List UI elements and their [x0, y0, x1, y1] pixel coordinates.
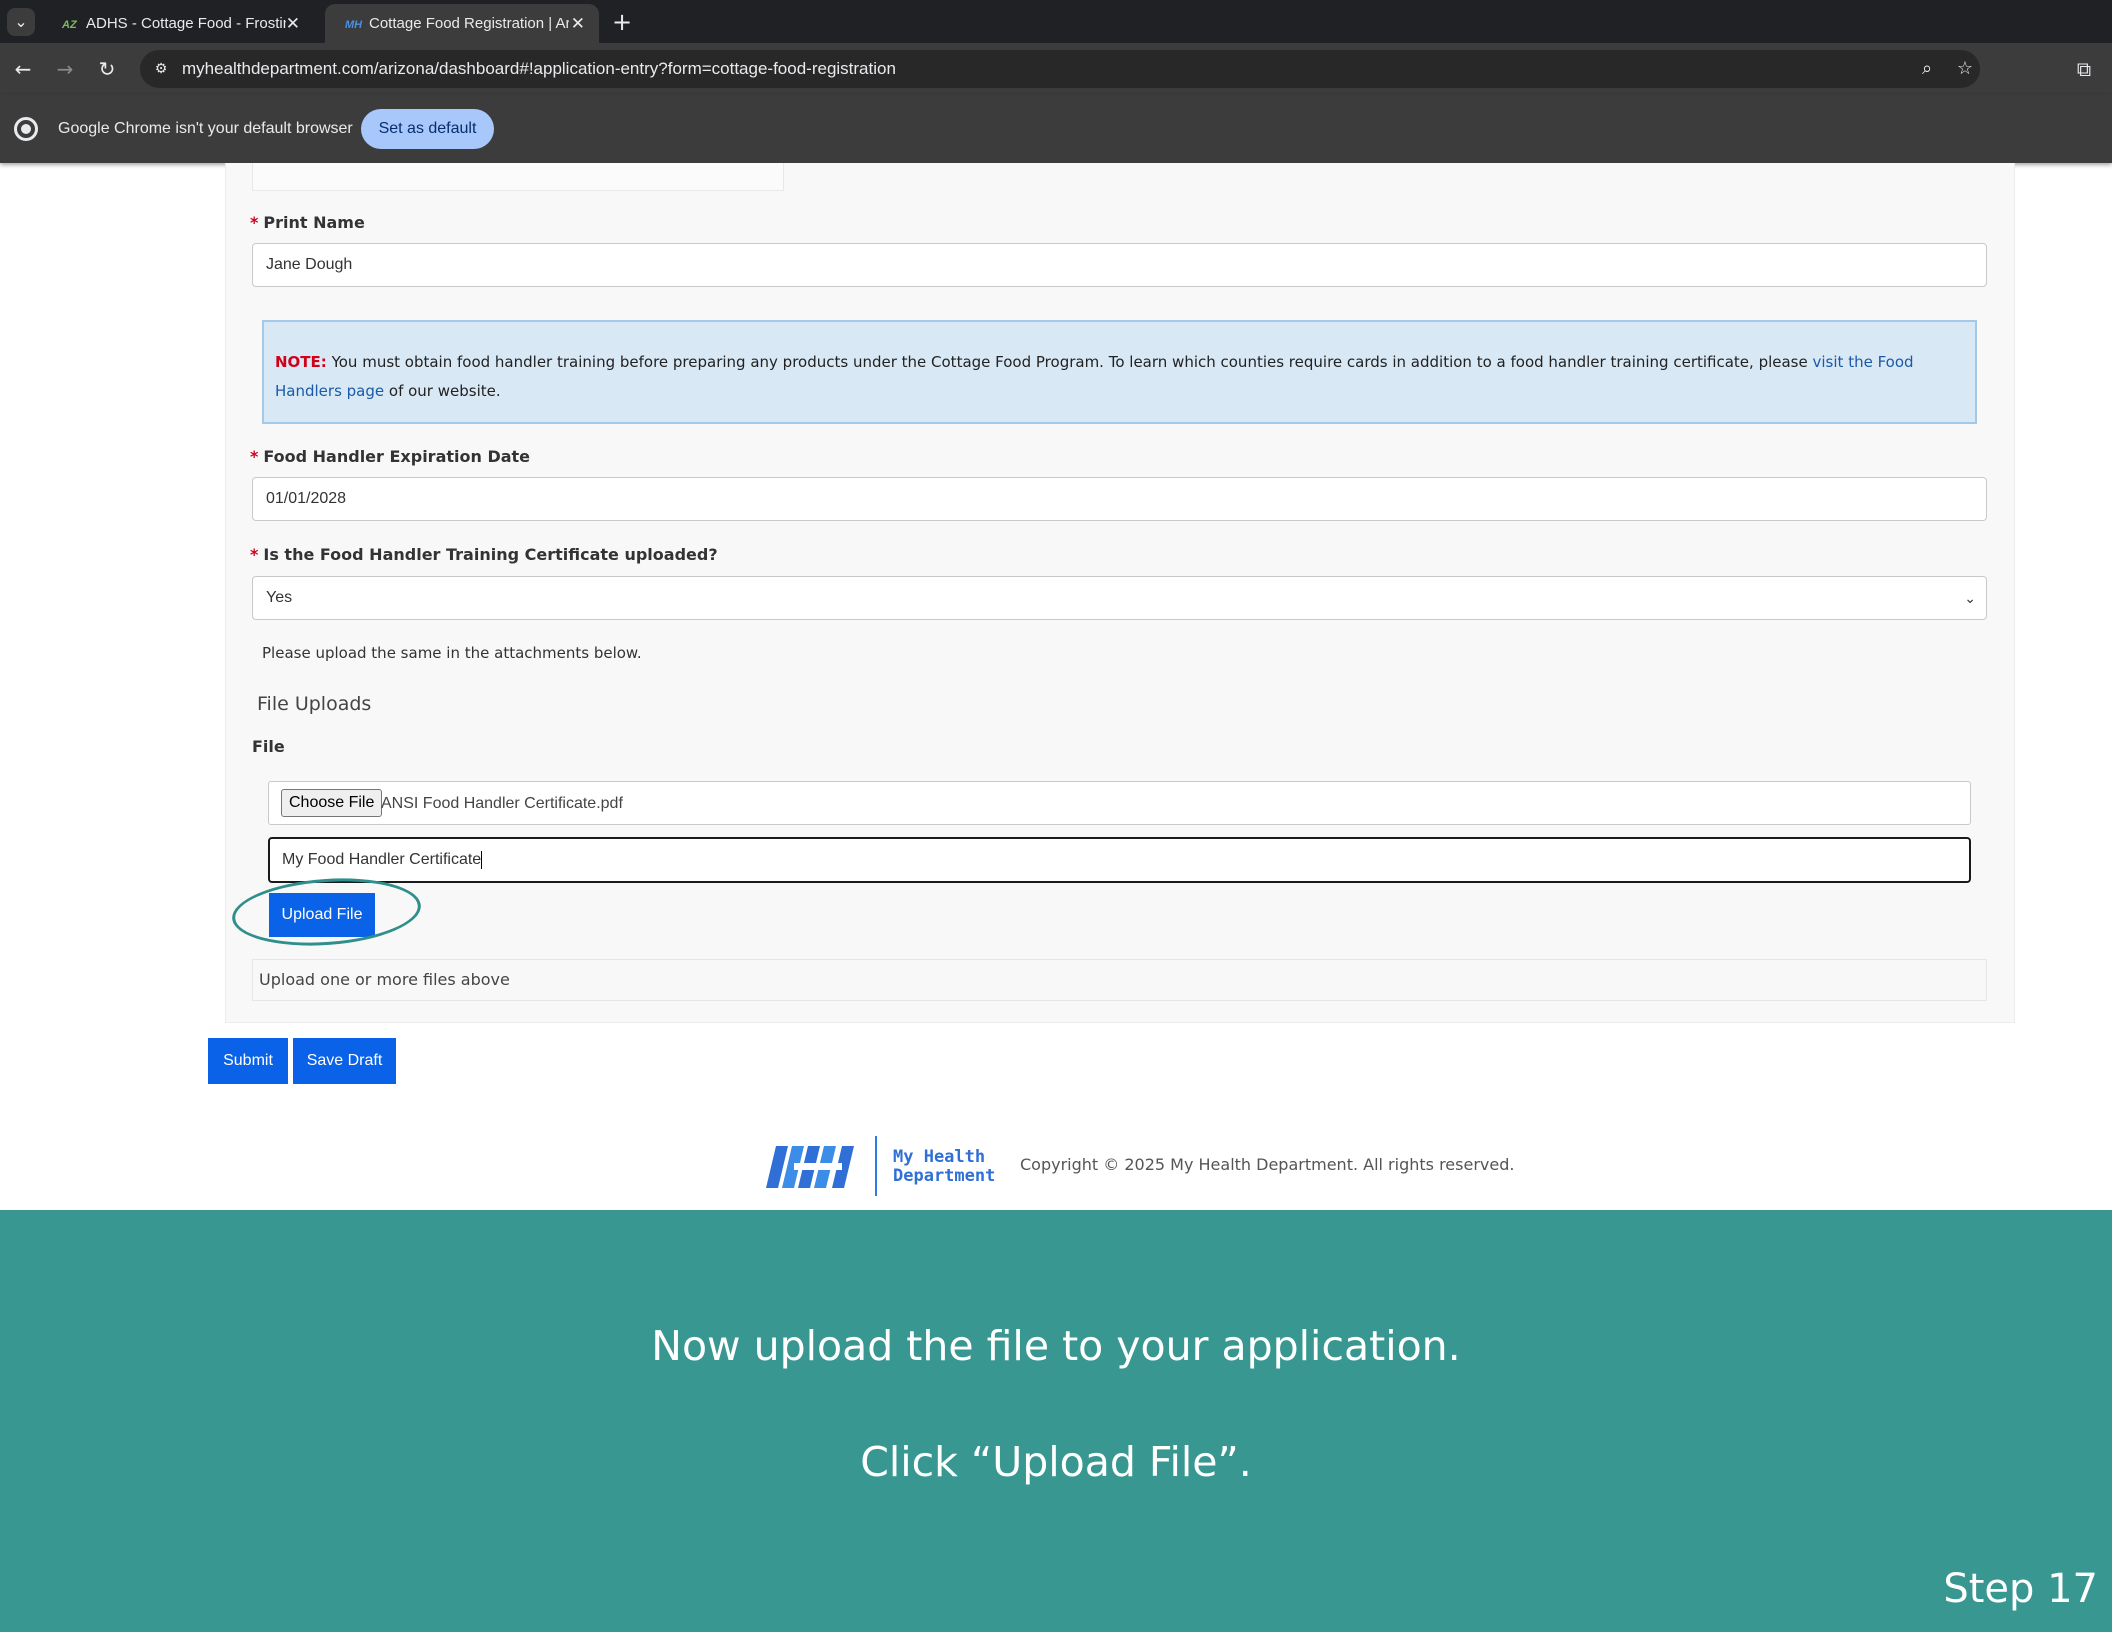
reload-icon[interactable]: ↻	[93, 55, 121, 83]
url-text[interactable]: myhealthdepartment.com/arizona/dashboard…	[182, 50, 896, 88]
footer-divider	[875, 1136, 877, 1196]
print-name-input[interactable]: Jane Dough	[252, 243, 1987, 287]
selected-file-name: ANSI Food Handler Certificate.pdf	[381, 795, 623, 812]
certificate-uploaded-value: Yes	[266, 589, 293, 606]
text-cursor	[481, 850, 483, 869]
required-asterisk: *	[250, 213, 259, 232]
certificate-uploaded-label: * Is the Food Handler Training Certificat…	[250, 545, 718, 564]
food-handler-note: NOTE: You must obtain food handler train…	[262, 320, 1977, 424]
new-tab-plus-icon[interactable]: +	[612, 5, 632, 39]
expiration-date-label: * Food Handler Expiration Date	[250, 447, 530, 466]
upload-helper-text: Please upload the same in the attachment…	[262, 644, 642, 662]
note-suffix: of our website.	[388, 382, 501, 400]
chevron-down-icon: ⌄	[1964, 590, 1976, 606]
choose-file-button[interactable]: Choose File	[281, 789, 383, 817]
tab-search-chevron-icon[interactable]: ⌄	[7, 8, 35, 36]
default-browser-infobar: Google Chrome isn't your default browser…	[0, 95, 2112, 163]
footer-brand-line2: Department	[893, 1166, 996, 1186]
print-name-label-text: Print Name	[263, 213, 365, 232]
close-tab-icon[interactable]: ✕	[571, 4, 585, 43]
zoom-magnifier-icon[interactable]: ⌕	[1912, 54, 1942, 84]
set-as-default-button[interactable]: Set as default	[361, 109, 494, 149]
file-label: File	[252, 737, 285, 756]
forward-arrow-icon[interactable]: →	[51, 55, 79, 83]
expiration-date-label-text: Food Handler Expiration Date	[263, 447, 531, 466]
submit-button[interactable]: Submit	[208, 1038, 288, 1084]
note-text: You must obtain food handler training be…	[331, 353, 1808, 371]
address-bar[interactable]: ⚙ myhealthdepartment.com/arizona/dashboa…	[140, 50, 1980, 88]
file-description-value: My Food Handler Certificate	[282, 851, 482, 868]
tab-title: ADHS - Cottage Food - Frosting	[86, 15, 286, 32]
my-health-department-logo-icon	[766, 1146, 854, 1188]
tab-title: Cottage Food Registration | Arizona	[369, 15, 569, 32]
tab-strip: ⌄ AZ ADHS - Cottage Food - Frosting ✕ MH C…	[0, 0, 2112, 43]
footer-copyright: Copyright © 2025 My Health Department. A…	[1020, 1155, 1515, 1174]
file-picker[interactable]: Choose File ANSI Food Handler Certificat…	[268, 781, 1971, 825]
footer-brand-name: My Health Department	[893, 1148, 995, 1186]
chrome-logo-icon	[14, 117, 38, 141]
mhd-favicon-icon: MH	[345, 19, 363, 31]
browser-toolbar: ← → ↻ ⚙ myhealthdepartment.com/arizona/d…	[0, 43, 2112, 95]
bookmark-star-icon[interactable]: ☆	[1950, 54, 1980, 84]
save-draft-button[interactable]: Save Draft	[293, 1038, 396, 1084]
expiration-date-value: 01/01/2028	[266, 490, 347, 507]
file-uploads-heading: File Uploads	[257, 693, 372, 715]
tab-adhs-cottage-food[interactable]: AZ ADHS - Cottage Food - Frosting ✕	[42, 4, 314, 43]
expiration-date-input[interactable]: 01/01/2028	[252, 477, 1987, 521]
certificate-uploaded-label-text: Is the Food Handler Training Certificate…	[263, 545, 718, 564]
print-name-value: Jane Dough	[266, 256, 353, 273]
print-name-label: * Print Name	[250, 213, 365, 232]
required-asterisk: *	[250, 545, 259, 564]
extensions-puzzle-icon[interactable]: ⧉	[2070, 55, 2098, 83]
previous-field-bottom	[252, 163, 784, 191]
adhs-favicon-icon: AZ	[62, 19, 77, 31]
site-settings-icon[interactable]: ⚙	[150, 58, 172, 80]
certificate-uploaded-select[interactable]: Yes ⌄	[252, 576, 1987, 620]
uploaded-files-list: Upload one or more files above	[252, 959, 1987, 1001]
instruction-line-2: Click “Upload File”.	[860, 1438, 1252, 1486]
infobar-message: Google Chrome isn't your default browser	[58, 120, 353, 137]
instruction-line-1: Now upload the file to your application.	[651, 1322, 1461, 1370]
back-arrow-icon[interactable]: ←	[9, 55, 37, 83]
file-description-input[interactable]: My Food Handler Certificate	[268, 837, 1971, 883]
tab-cottage-food-registration[interactable]: MH Cottage Food Registration | Arizona ✕	[325, 4, 599, 43]
tutorial-banner	[0, 1210, 2112, 1632]
footer-brand-line1: My Health	[893, 1147, 986, 1167]
step-number: Step 17	[1943, 1566, 2098, 1612]
close-tab-icon[interactable]: ✕	[286, 4, 300, 43]
note-label: NOTE:	[275, 353, 327, 371]
required-asterisk: *	[250, 447, 259, 466]
